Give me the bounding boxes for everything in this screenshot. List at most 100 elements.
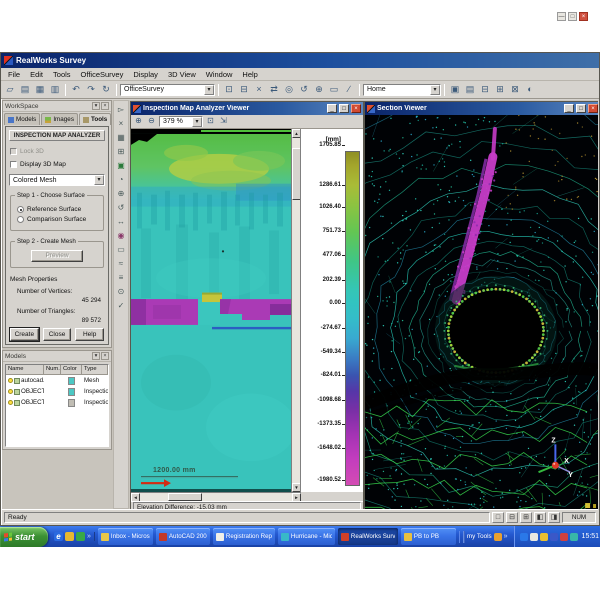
help-button[interactable]: Help [75,328,104,341]
my-tools-icon[interactable] [494,533,502,541]
create-button[interactable]: Create [10,328,39,341]
open-icon[interactable]: ▤ [18,83,32,97]
print-icon[interactable]: ▥ [48,83,62,97]
column-header-num[interactable]: Num... [44,365,61,374]
table-row[interactable]: OBJECT...Inspectio [6,386,108,397]
eye-icon[interactable]: ◉ [115,230,128,242]
new-icon[interactable]: ▱ [3,83,17,97]
delete-icon[interactable]: × [252,83,266,97]
pan-map-icon[interactable]: ⇲ [218,116,229,127]
horizontal-scroll-track[interactable] [140,493,292,501]
menu-item-file[interactable]: File [3,69,25,80]
measure-icon[interactable]: ▭ [327,83,341,97]
segment-icon[interactable]: ≈ [115,258,128,270]
limit-box-icon[interactable]: ▭ [115,244,128,256]
tile-horizontal-icon[interactable]: ⊟ [478,83,492,97]
panel-close-icon[interactable]: × [101,352,109,360]
panel-close-icon[interactable]: × [101,102,109,110]
tray-icon[interactable] [520,533,528,541]
table-row[interactable]: OBJECT...Inspectio [6,397,108,408]
fit-view-icon[interactable]: ⊡ [222,83,236,97]
horizontal-scroll-thumb[interactable] [168,493,202,501]
chevron-more-icon[interactable]: » [87,533,91,540]
panel-pin-icon[interactable]: ▾ [92,352,100,360]
tray-icon[interactable] [540,533,548,541]
column-header-name[interactable]: Name [6,365,44,374]
outer-maximize-icon[interactable]: □ [568,12,577,21]
taskbar-task[interactable]: Hurricane - Micro... [278,528,335,545]
tray-icon[interactable] [570,533,578,541]
taskbar-task[interactable]: RealWorks Survey [338,528,398,545]
reference-surface-radio[interactable] [17,206,24,213]
menu-item-tools[interactable]: Tools [48,69,76,80]
fit-page-icon[interactable]: ⊡ [205,116,216,127]
chevron-more-icon[interactable]: » [504,533,508,540]
table-row[interactable]: autocad...Mesh [6,375,108,386]
level-icon[interactable]: ≡ [115,272,128,284]
mesh-type-combo[interactable]: Colored Mesh ▾ [9,174,105,186]
start-button[interactable]: start [0,527,48,547]
desktop-icon[interactable] [65,532,74,541]
models-panel-header[interactable]: Models ▾ × [3,351,111,362]
redo-icon[interactable]: ↷ [84,83,98,97]
pointer-icon[interactable]: ▻ [115,104,128,116]
menu-item-officesurvey[interactable]: OfficeSurvey [76,69,129,80]
clipping-icon[interactable]: ⊟ [237,83,251,97]
menu-item-edit[interactable]: Edit [25,69,48,80]
refresh-icon[interactable]: ↻ [99,83,113,97]
image-icon[interactable]: ▣ [115,160,128,172]
chevron-down-icon[interactable]: ▾ [430,85,440,95]
horizontal-scrollbar[interactable]: ◄ ► [131,492,301,501]
taskbar-clock[interactable]: 15:51 [582,533,600,540]
zoom-level-combo[interactable]: 379 % ▾ [159,116,203,127]
param-icon[interactable]: ✓ [115,300,128,312]
menu-item-window[interactable]: Window [201,69,238,80]
chevron-down-icon[interactable]: ▾ [204,85,214,95]
tab-images[interactable]: Images [41,113,78,125]
section-3d-view[interactable]: ZXY [365,115,598,509]
minimize-icon[interactable]: _ [564,104,574,113]
vertical-scroll-track[interactable] [292,138,300,483]
lock-icon[interactable]: ⊙ [115,286,128,298]
fence-icon[interactable]: ▦ [115,132,128,144]
media-player-icon[interactable] [76,532,85,541]
save-icon[interactable]: ▦ [33,83,47,97]
outer-close-icon[interactable]: × [579,12,588,21]
tray-icon[interactable] [550,533,558,541]
sample-icon[interactable]: ◔ [115,174,128,186]
view-mode-combo[interactable]: Home ▾ [363,84,441,96]
toolbar-grip[interactable] [463,531,465,543]
vertical-scrollbar[interactable]: ▲ ▼ [291,129,300,492]
delete-icon[interactable]: × [115,118,128,130]
close-icon[interactable]: × [588,104,598,113]
panel-pin-icon[interactable]: ▾ [92,102,100,110]
column-header-type[interactable]: Type [82,365,108,374]
taskbar-task[interactable]: PB to PB [401,528,456,545]
maximize-icon[interactable]: □ [339,104,349,113]
visibility-bulb-icon[interactable] [8,400,13,405]
tab-models[interactable]: Models [4,113,40,125]
orbit-icon[interactable]: ↺ [115,202,128,214]
preview-button[interactable]: Preview [31,250,83,262]
map-analyzer-titlebar[interactable]: Inspection Map Analyzer Viewer _ □ × [131,102,363,115]
attach-icon[interactable]: ⊕ [312,83,326,97]
layout-horizontal-icon[interactable]: ⊟ [506,512,518,523]
layout-grid-icon[interactable]: ⊞ [520,512,532,523]
zoom-in-icon[interactable]: ⊕ [133,116,144,127]
taskbar-task[interactable]: Inbox - Microsof... [98,528,153,545]
officesurvey-combo[interactable]: OfficeSurvey ▾ [120,84,215,96]
visibility-bulb-icon[interactable] [8,389,13,394]
zoom-icon[interactable]: ⊕ [115,188,128,200]
draw-icon[interactable]: ∕ [342,83,356,97]
display-3d-map-checkbox[interactable] [10,161,17,168]
link-views-icon[interactable]: ◧ [534,512,546,523]
grid-icon[interactable]: ⊞ [115,146,128,158]
comparison-surface-radio[interactable] [17,216,24,223]
tray-icon[interactable] [560,533,568,541]
close-window-icon[interactable]: ⊠ [508,83,522,97]
visibility-bulb-icon[interactable] [8,378,13,383]
outer-minimize-icon[interactable]: — [557,12,566,21]
taskbar-task[interactable]: Registration Rep... [213,528,275,545]
sync-views-icon[interactable]: ◨ [548,512,560,523]
close-icon[interactable]: × [351,104,361,113]
